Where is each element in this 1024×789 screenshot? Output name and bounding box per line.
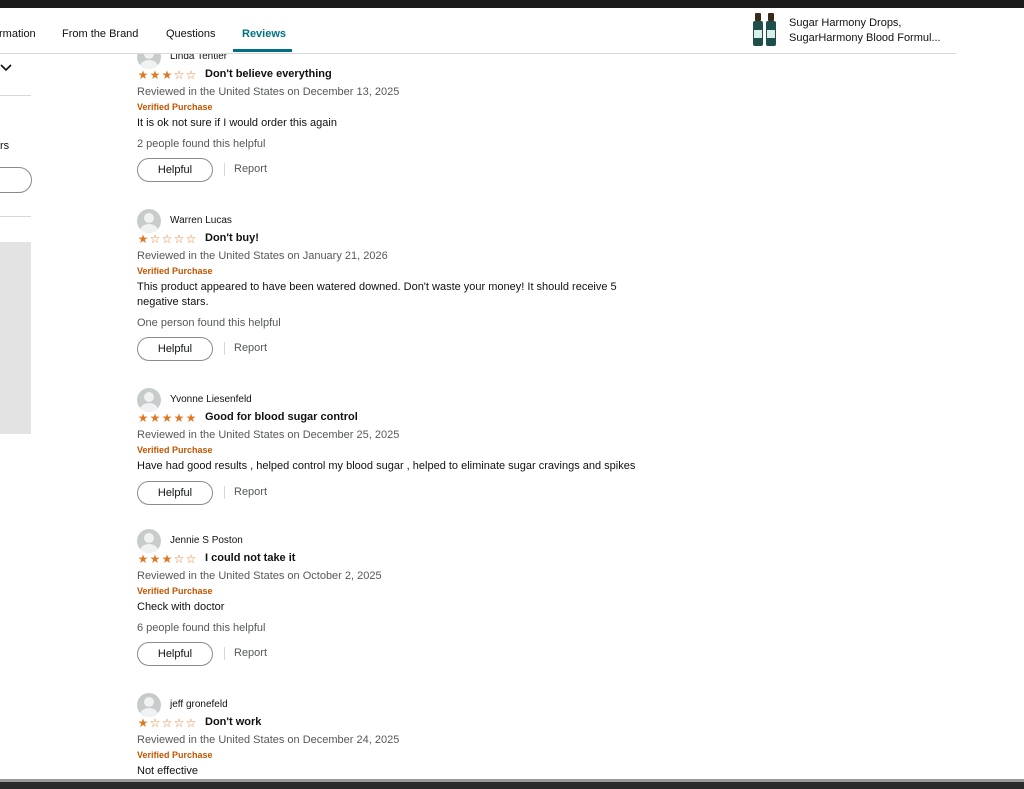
report-link[interactable]: Report [234, 163, 267, 175]
product-title-line: SugarHarmony Blood Formul... [789, 32, 941, 44]
helpful-count: One person found this helpful [137, 317, 281, 329]
star-empty-icon: ☆ [149, 232, 161, 246]
divider [224, 486, 225, 499]
helpful-button[interactable]: Helpful [137, 158, 213, 182]
review-title[interactable]: I could not take it [205, 552, 295, 564]
divider [224, 342, 225, 355]
star-empty-icon: ☆ [185, 716, 197, 730]
review-item: Linda Tentler ★★★☆☆ Don't believe everyt… [137, 45, 657, 184]
star-rating[interactable]: ★★★☆☆ [137, 69, 197, 81]
star-rating[interactable]: ★★★★★ [137, 412, 197, 424]
report-link[interactable]: Report [234, 647, 267, 659]
review-item: Yvonne Liesenfeld ★★★★★ Good for blood s… [137, 388, 657, 507]
reviewer-name: Yvonne Liesenfeld [170, 394, 252, 405]
tab-reviews[interactable]: Reviews [242, 28, 286, 40]
report-link[interactable]: Report [234, 342, 267, 354]
star-filled-icon: ★ [149, 552, 161, 566]
tab-questions[interactable]: Questions [166, 28, 216, 40]
verified-purchase-badge: Verified Purchase [137, 102, 213, 112]
verified-purchase-badge: Verified Purchase [137, 586, 213, 596]
reviewer-name: Warren Lucas [170, 215, 232, 226]
active-tab-indicator [233, 49, 292, 52]
product-nav-bar: rmation From the Brand Questions Reviews… [0, 8, 956, 54]
review-title[interactable]: Good for blood sugar control [205, 411, 358, 423]
verified-purchase-badge: Verified Purchase [137, 266, 213, 276]
star-empty-icon: ☆ [173, 716, 185, 730]
review-body: It is ok not sure if I would order this … [137, 117, 337, 129]
star-filled-icon: ★ [137, 411, 149, 425]
product-title[interactable]: Sugar Harmony Drops, SugarHarmony Blood … [789, 16, 954, 46]
helpful-count: 2 people found this helpful [137, 138, 266, 150]
review-body: Not effective [137, 765, 198, 777]
product-title-line: Sugar Harmony Drops, [789, 17, 902, 29]
review-body: This product appeared to have been water… [137, 281, 617, 308]
helpful-button[interactable]: Helpful [137, 337, 213, 361]
tab-information[interactable]: rmation [0, 28, 36, 40]
avatar [137, 388, 161, 412]
star-empty-icon: ☆ [173, 232, 185, 246]
star-filled-icon: ★ [137, 232, 149, 246]
reviewer-name: Jennie S Poston [170, 535, 243, 546]
review-date: Reviewed in the United States on October… [137, 570, 382, 582]
star-filled-icon: ★ [161, 411, 173, 425]
star-filled-icon: ★ [137, 552, 149, 566]
review-title[interactable]: Don't buy! [205, 232, 259, 244]
review-body: Have had good results , helped control m… [137, 460, 636, 472]
star-filled-icon: ★ [149, 411, 161, 425]
report-link[interactable]: Report [234, 486, 267, 498]
star-filled-icon: ★ [173, 411, 185, 425]
reviewer-name: jeff gronefeld [170, 699, 228, 710]
helpful-count: 6 people found this helpful [137, 622, 266, 634]
window-bottom-bar [0, 779, 1024, 789]
verified-purchase-badge: Verified Purchase [137, 445, 213, 455]
star-empty-icon: ☆ [149, 716, 161, 730]
star-filled-icon: ★ [149, 68, 161, 82]
star-empty-icon: ☆ [185, 68, 197, 82]
divider [224, 163, 225, 176]
review-item: jeff gronefeld ★☆☆☆☆ Don't work Reviewed… [137, 693, 657, 779]
avatar [137, 209, 161, 233]
star-empty-icon: ☆ [161, 716, 173, 730]
review-body: Check with doctor [137, 601, 225, 613]
product-thumbnail[interactable] [752, 13, 778, 47]
review-date: Reviewed in the United States on Decembe… [137, 86, 400, 98]
star-filled-icon: ★ [137, 716, 149, 730]
review-item: Jennie S Poston ★★★☆☆ I could not take i… [137, 529, 657, 668]
review-title[interactable]: Don't believe everything [205, 68, 332, 80]
star-filled-icon: ★ [185, 411, 197, 425]
verified-purchase-badge: Verified Purchase [137, 750, 213, 760]
star-empty-icon: ☆ [173, 552, 185, 566]
reviews-list: Linda Tentler ★★★☆☆ Don't believe everyt… [0, 0, 1024, 779]
star-empty-icon: ☆ [161, 232, 173, 246]
review-date: Reviewed in the United States on January… [137, 250, 388, 262]
avatar [137, 693, 161, 717]
review-date: Reviewed in the United States on Decembe… [137, 429, 400, 441]
star-filled-icon: ★ [161, 68, 173, 82]
star-rating[interactable]: ★★★☆☆ [137, 553, 197, 565]
helpful-button[interactable]: Helpful [137, 481, 213, 505]
star-filled-icon: ★ [137, 68, 149, 82]
divider [224, 647, 225, 660]
helpful-button[interactable]: Helpful [137, 642, 213, 666]
star-rating[interactable]: ★☆☆☆☆ [137, 717, 197, 729]
star-filled-icon: ★ [161, 552, 173, 566]
review-item: Warren Lucas ★☆☆☆☆ Don't buy! Reviewed i… [137, 209, 657, 363]
review-title[interactable]: Don't work [205, 716, 261, 728]
tab-from-the-brand[interactable]: From the Brand [62, 28, 138, 40]
star-empty-icon: ☆ [185, 552, 197, 566]
avatar [137, 529, 161, 553]
star-empty-icon: ☆ [173, 68, 185, 82]
review-date: Reviewed in the United States on Decembe… [137, 734, 400, 746]
star-rating[interactable]: ★☆☆☆☆ [137, 233, 197, 245]
star-empty-icon: ☆ [185, 232, 197, 246]
